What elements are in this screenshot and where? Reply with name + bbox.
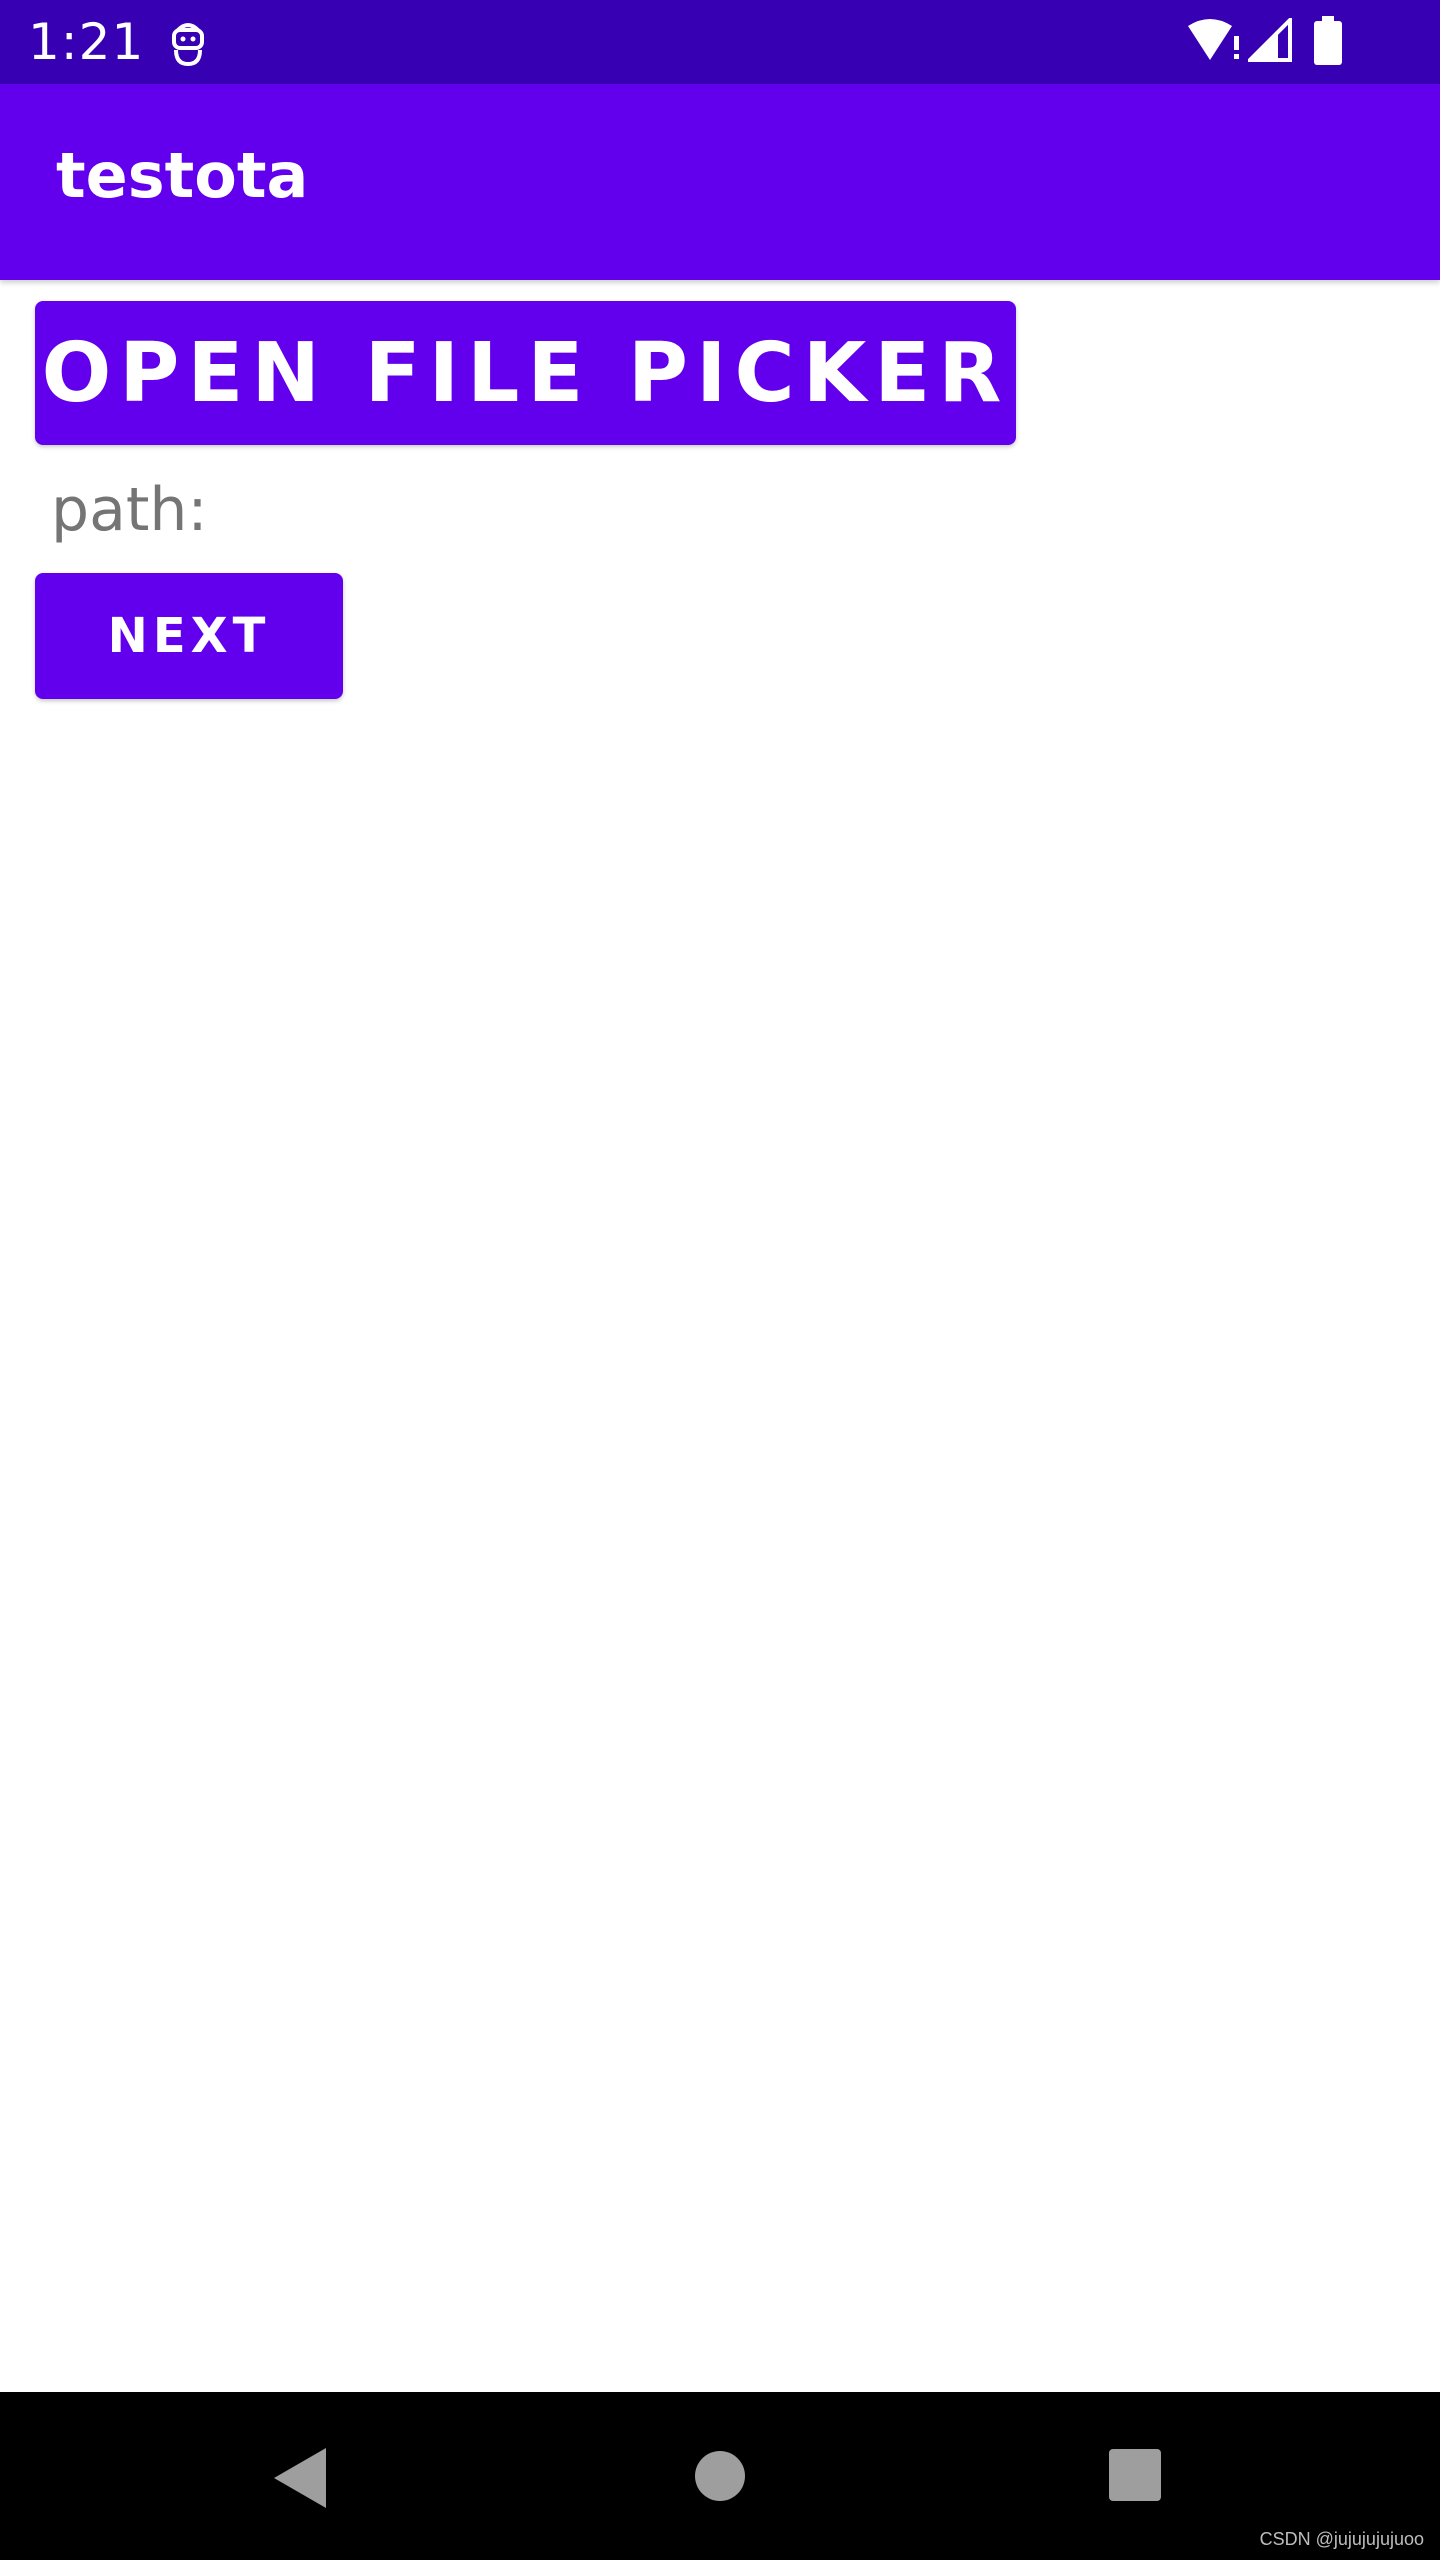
app-title: testota — [56, 139, 309, 212]
notification-android-icon — [172, 23, 204, 67]
status-time: 1:21 — [28, 13, 145, 71]
recents-icon[interactable] — [1108, 2448, 1162, 2502]
cell-signal-icon — [1248, 18, 1292, 62]
app-bar: testota — [0, 84, 1440, 280]
navigation-bar — [0, 2392, 1440, 2560]
battery-icon — [1314, 16, 1342, 65]
home-icon[interactable] — [694, 2450, 746, 2502]
watermark: CSDN @jujujujujuoo — [1259, 2529, 1424, 2549]
status-bar: 1:21 — [0, 0, 1440, 84]
wifi-alert-icon — [1188, 19, 1239, 60]
path-label: path: — [51, 475, 208, 545]
back-icon[interactable] — [272, 2446, 328, 2510]
next-button[interactable]: NEXT — [35, 573, 343, 699]
open-file-picker-button[interactable]: OPEN FILE PICKER — [35, 301, 1016, 445]
